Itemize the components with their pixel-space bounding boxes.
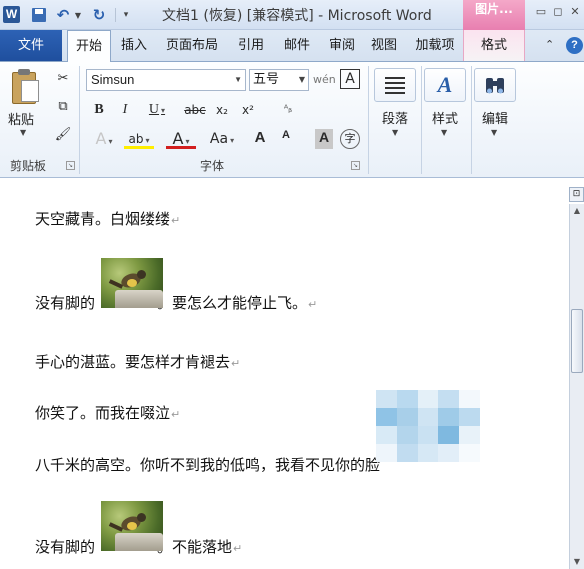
paragraph-label[interactable]: 段落 xyxy=(374,108,416,127)
font-size-combo[interactable]: 五号 ▼ xyxy=(249,69,309,91)
paragraph-mark: ↵ xyxy=(171,408,181,421)
save-button[interactable] xyxy=(31,6,47,24)
minimize-ribbon-icon[interactable]: ⌃ xyxy=(545,38,554,51)
binoculars-icon xyxy=(486,78,504,94)
chevron-down-icon[interactable]: ▼ xyxy=(491,128,497,137)
quick-access-divider xyxy=(115,8,116,22)
paragraph-line[interactable]: 手心的湛蓝。要怎样才肯褪去↵ xyxy=(35,351,240,372)
styles-label[interactable]: 样式 xyxy=(424,108,466,127)
font-size-value: 五号 xyxy=(253,72,280,87)
undo-button[interactable]: ↶ xyxy=(55,6,71,24)
bold-button[interactable]: B xyxy=(90,100,108,120)
chevron-down-icon[interactable]: ▼ xyxy=(299,70,305,90)
editing-label[interactable]: 编辑 xyxy=(474,108,516,127)
cut-icon[interactable]: ✂ xyxy=(54,70,72,88)
window-title: 文档1 (恢复) [兼容模式] - Microsoft Word xyxy=(162,8,432,24)
help-icon[interactable]: ? xyxy=(566,37,583,54)
scroll-thumb[interactable] xyxy=(571,309,583,373)
redo-button[interactable]: ↻ xyxy=(91,6,107,24)
font-name-combo[interactable]: Simsun ▼ xyxy=(86,69,246,91)
paragraph-line[interactable]: 没有脚的 。要怎么才能停止飞。↵ xyxy=(35,292,317,313)
styles-button[interactable]: A xyxy=(424,68,466,102)
clipboard-launcher-icon[interactable]: ↘ xyxy=(66,161,75,170)
paragraph-line[interactable]: 八千米的高空。你听不到我的低鸣，我看不见你的脸 xyxy=(35,454,380,475)
shrink-font-button[interactable]: A xyxy=(277,129,295,149)
character-shading-button[interactable]: A xyxy=(315,129,333,149)
grow-font-button[interactable]: A xyxy=(251,129,269,149)
tab-review[interactable]: 审阅 xyxy=(321,30,363,61)
tab-home[interactable]: 开始 xyxy=(67,30,111,62)
tab-references[interactable]: 引用 xyxy=(230,30,272,61)
scroll-up-icon[interactable]: ▲ xyxy=(570,204,584,218)
paragraph-button[interactable] xyxy=(374,68,416,102)
font-launcher-icon[interactable]: ↘ xyxy=(351,161,360,170)
customize-quick-access-icon[interactable]: ▾ xyxy=(121,6,131,24)
format-painter-icon[interactable]: 🖌 xyxy=(54,126,72,144)
tab-view[interactable]: 视图 xyxy=(364,30,404,61)
tab-file[interactable]: 文件 xyxy=(0,30,62,61)
picture-tools-context-label: 图片... xyxy=(463,0,525,30)
highlight-button[interactable]: ab xyxy=(124,129,154,149)
text-effects-button[interactable]: A xyxy=(90,129,118,149)
tab-mailings[interactable]: 邮件 xyxy=(276,30,318,61)
paragraph-mark: ↵ xyxy=(308,298,318,311)
restore-button[interactable]: ◻ xyxy=(549,4,567,20)
chevron-down-icon[interactable]: ▼ xyxy=(234,70,242,90)
superscript-button[interactable]: x² xyxy=(238,100,258,120)
font-name-value: Simsun xyxy=(91,72,135,87)
word-app-icon[interactable]: W xyxy=(3,6,20,23)
enclose-characters-button[interactable]: 字 xyxy=(340,129,360,149)
copy-icon[interactable]: ⧉ xyxy=(54,98,72,116)
save-icon xyxy=(32,8,46,22)
styles-icon: A xyxy=(437,72,453,97)
ribbon-tab-bar: 文件 开始 插入 页面布局 引用 邮件 审阅 视图 加载项 格式 ⌃ ? xyxy=(0,30,584,62)
font-group-label: 字体 xyxy=(199,159,224,173)
strikethrough-button[interactable]: abc xyxy=(182,100,208,120)
clear-formatting-icon[interactable]: wén xyxy=(313,70,336,90)
vertical-scrollbar[interactable]: ▲ ▼ xyxy=(569,204,584,569)
minimize-button[interactable]: ▭ xyxy=(532,4,550,20)
title-bar: W ↶ ▼ ↻ ▾ 文档1 (恢复) [兼容模式] - Microsoft Wo… xyxy=(0,0,584,30)
italic-button[interactable]: I xyxy=(116,100,134,120)
ribbon-home: 粘贴 ▼ ✂ ⧉ 🖌 剪贴板 ↘ Simsun ▼ 五号 ▼ wén A B I… xyxy=(0,62,584,178)
chevron-down-icon[interactable]: ▼ xyxy=(441,128,447,137)
bird-picture[interactable] xyxy=(101,258,163,308)
tab-page-layout[interactable]: 页面布局 xyxy=(158,30,226,61)
paste-button[interactable] xyxy=(10,68,42,106)
editing-button[interactable] xyxy=(474,68,516,102)
chevron-down-icon[interactable]: ▼ xyxy=(392,128,398,137)
paragraph-icon xyxy=(385,77,405,94)
next-page-icon[interactable]: ▼ xyxy=(570,555,584,569)
change-case-icon[interactable]: ᴬᵦ xyxy=(277,100,299,120)
close-button[interactable]: ✕ xyxy=(566,4,584,20)
tab-insert[interactable]: 插入 xyxy=(114,30,154,61)
clipboard-group-label: 剪贴板 xyxy=(9,159,46,173)
paragraph-mark: ↵ xyxy=(171,214,181,227)
document-canvas[interactable] xyxy=(0,179,568,569)
pixelation-overlay xyxy=(376,390,480,462)
character-border-button[interactable]: A xyxy=(340,69,360,89)
tab-format[interactable]: 格式 xyxy=(463,30,525,61)
change-case-button[interactable]: Aa xyxy=(206,129,238,149)
paragraph-mark: ↵ xyxy=(233,542,243,555)
undo-dropdown-icon[interactable]: ▼ xyxy=(73,6,83,24)
font-color-button[interactable]: A xyxy=(166,129,196,149)
bird-picture[interactable] xyxy=(101,501,163,551)
paragraph-mark: ↵ xyxy=(231,357,241,370)
tab-add-ins[interactable]: 加载项 xyxy=(408,30,462,61)
ruler-toggle-icon[interactable]: ⊡ xyxy=(569,187,584,202)
paste-label[interactable]: 粘贴 xyxy=(8,109,34,128)
underline-button[interactable]: U xyxy=(142,100,172,120)
paragraph-line[interactable]: 天空藏青。白烟缕缕↵ xyxy=(35,208,180,229)
paste-dropdown-icon[interactable]: ▼ xyxy=(20,128,26,137)
paragraph-line[interactable]: 你笑了。而我在啜泣↵ xyxy=(35,402,180,423)
subscript-button[interactable]: x₂ xyxy=(212,100,232,120)
